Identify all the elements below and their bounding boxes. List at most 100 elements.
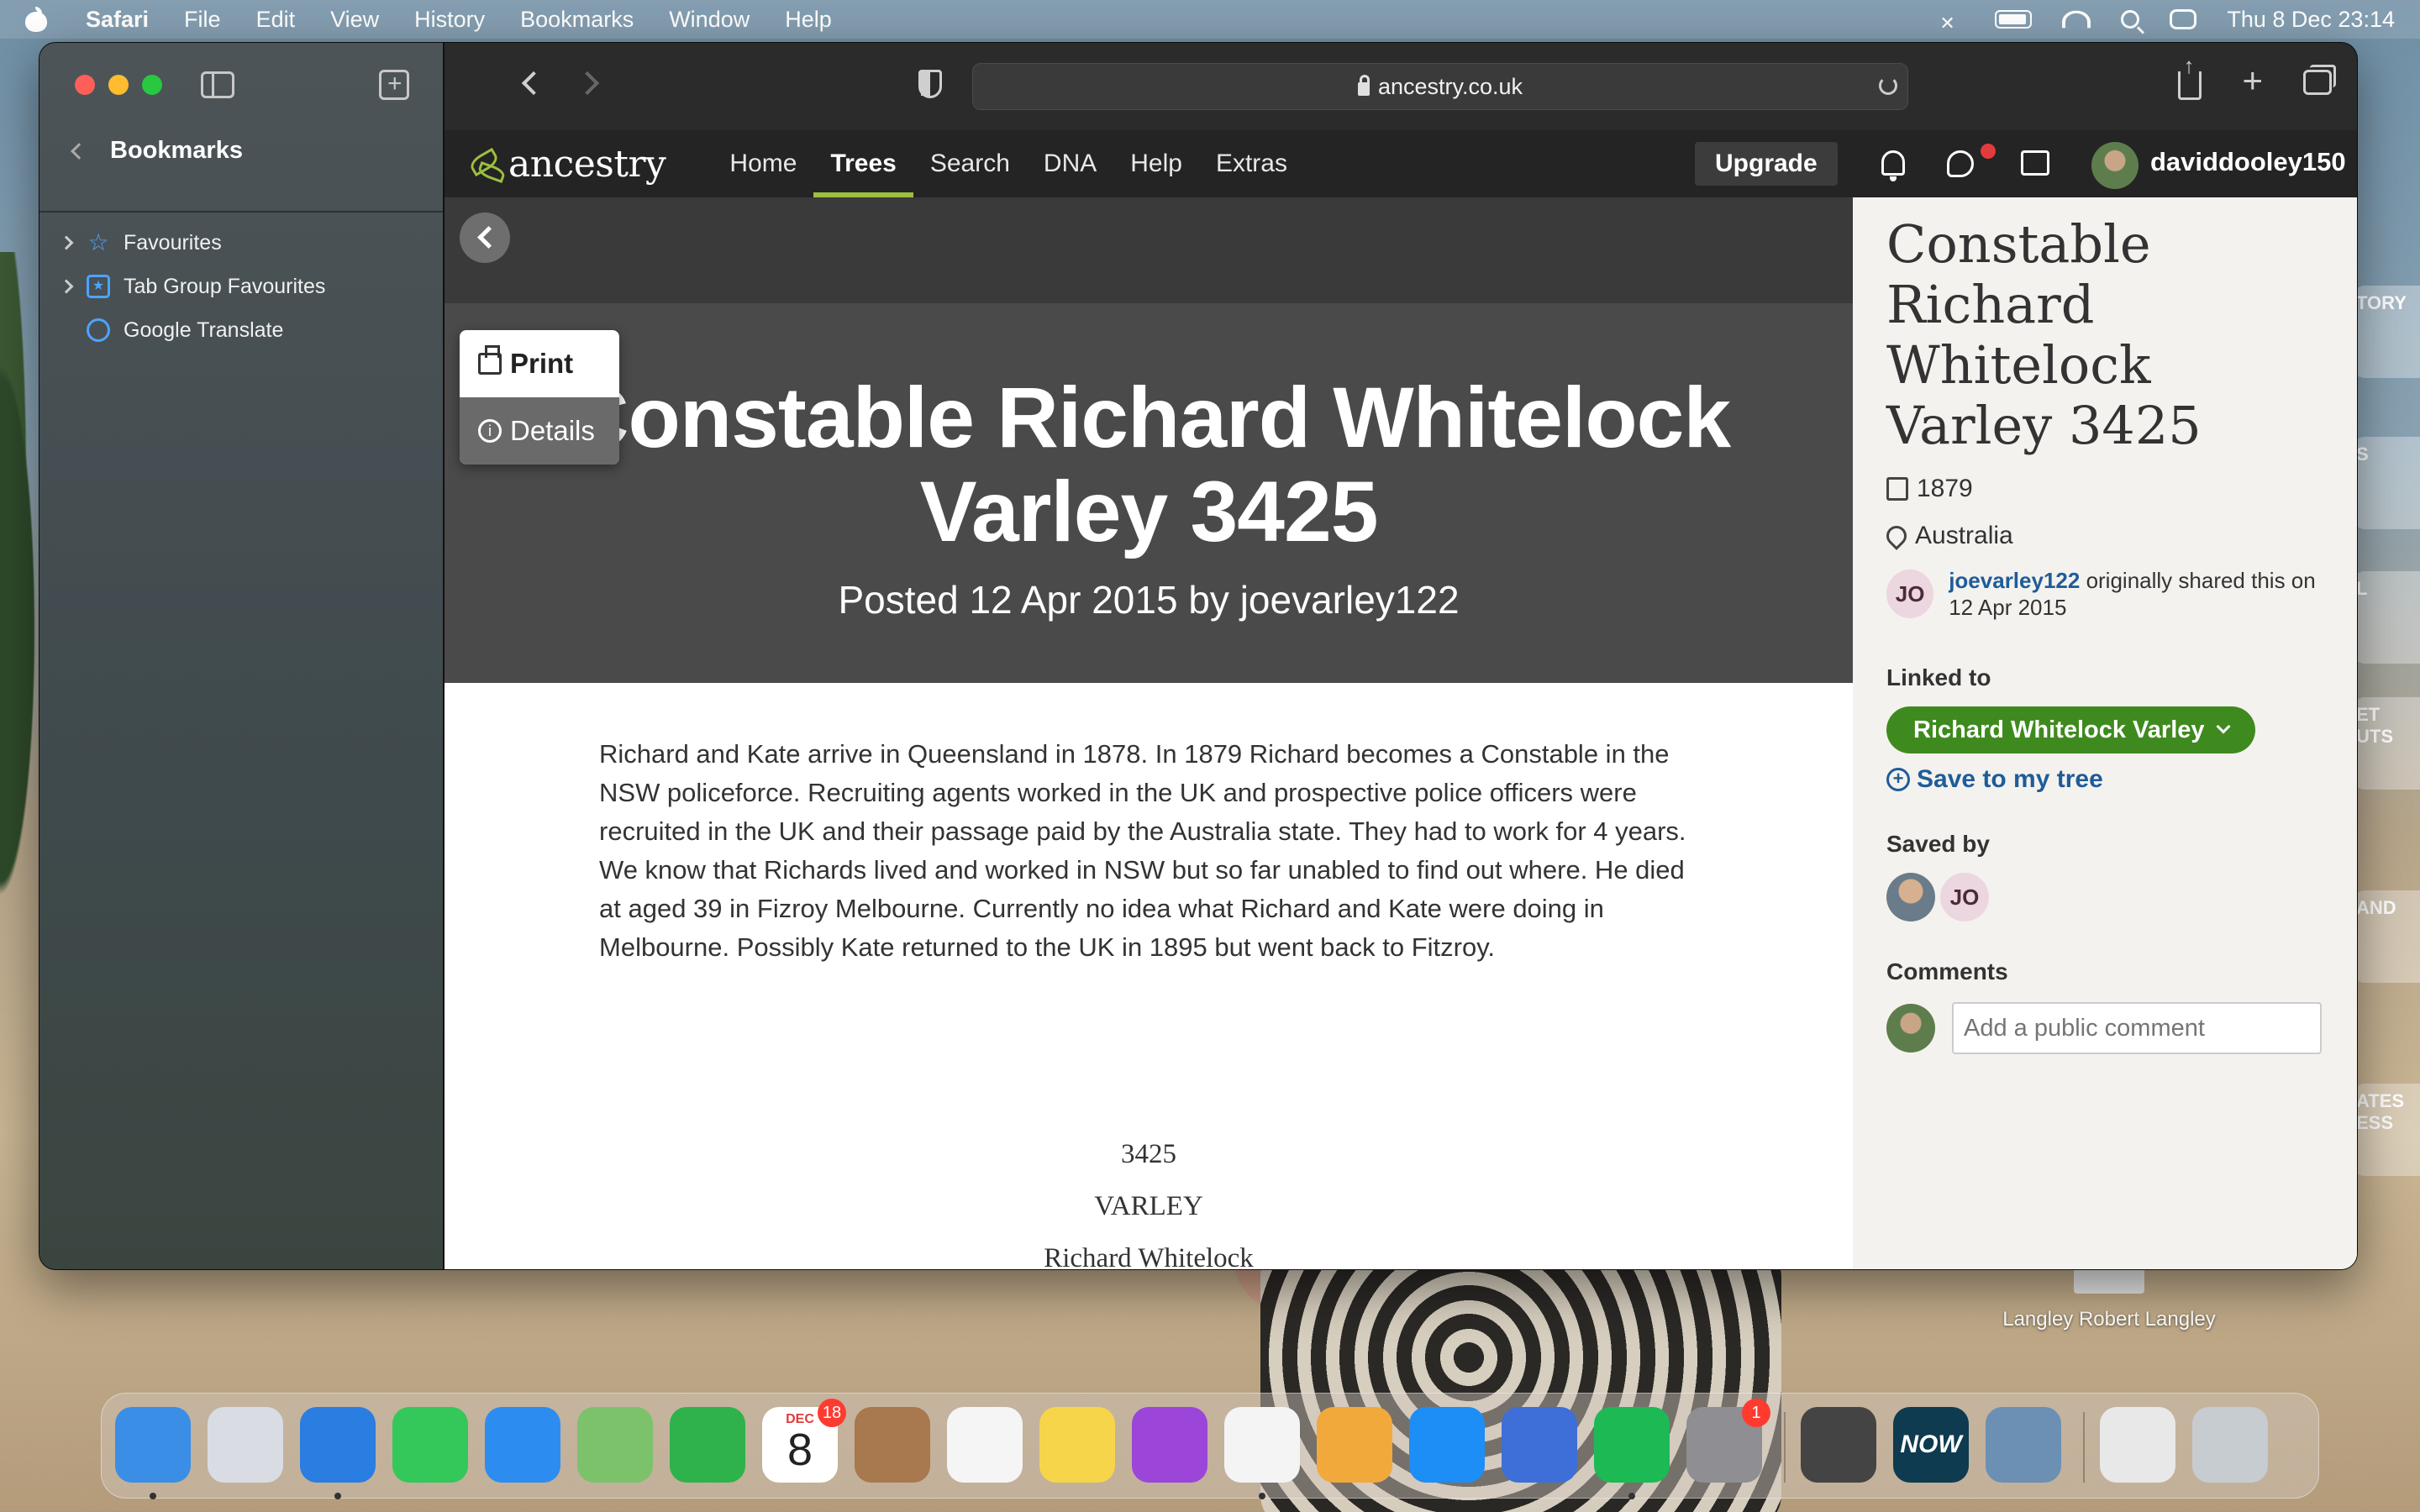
sidebar-toggle-icon[interactable] xyxy=(201,71,234,98)
desktop-widget[interactable]: TORY xyxy=(2353,286,2420,378)
sharer-avatar[interactable]: JO xyxy=(1886,570,1934,618)
account-username[interactable]: daviddooley150 xyxy=(2150,147,2346,177)
new-tab-group-icon[interactable] xyxy=(379,70,409,100)
hints-icon[interactable] xyxy=(1947,150,1974,177)
back-arrow-icon[interactable] xyxy=(521,71,546,96)
shared-text: joevarley122 originally shared this on 1… xyxy=(1949,567,2323,621)
desktop-widget[interactable]: AND xyxy=(2353,890,2420,983)
wifi-icon[interactable] xyxy=(2062,10,2091,29)
dock-trash-icon[interactable] xyxy=(2192,1407,2268,1483)
address-bar[interactable]: ancestry.co.uk xyxy=(972,63,1908,110)
reload-icon[interactable] xyxy=(1879,76,1897,95)
dock-finder-icon[interactable] xyxy=(115,1407,191,1483)
bell-icon[interactable] xyxy=(1881,150,1905,181)
file-label: Langley Robert Langley xyxy=(2002,1308,2216,1331)
dock-numbers-icon[interactable] xyxy=(1224,1407,1300,1483)
dock-recent-docs-icon[interactable] xyxy=(2100,1407,2175,1483)
dock-photos-icon[interactable] xyxy=(947,1407,1023,1483)
menu-bookmarks[interactable]: Bookmarks xyxy=(520,7,634,33)
dock-maps-icon[interactable] xyxy=(577,1407,653,1483)
zoom-window-button[interactable] xyxy=(142,75,162,95)
comment-input[interactable] xyxy=(1952,1002,2322,1054)
desktop-widget[interactable]: ATES ESS xyxy=(2353,1084,2420,1176)
dock-notes-icon[interactable] xyxy=(1039,1407,1115,1483)
battery-icon[interactable] xyxy=(1995,10,2033,29)
ancestry-nav: ancestry Home Trees Search DNA Help Extr… xyxy=(445,130,2357,197)
chevron-right-icon[interactable] xyxy=(59,279,74,294)
nav-extras[interactable]: Extras xyxy=(1199,130,1304,197)
menu-view[interactable]: View xyxy=(330,7,379,33)
menu-file[interactable]: File xyxy=(184,7,221,33)
globe-icon xyxy=(87,318,110,342)
dock-mail-icon[interactable] xyxy=(485,1407,560,1483)
location-pin-icon xyxy=(1882,522,1911,550)
print-button[interactable]: Print xyxy=(460,330,619,397)
dock-messages-icon[interactable] xyxy=(392,1407,468,1483)
forward-arrow-icon[interactable] xyxy=(575,71,600,96)
desktop-widget[interactable]: ET UTS xyxy=(2353,697,2420,790)
menu-edit[interactable]: Edit xyxy=(256,7,296,33)
panel-place: Australia xyxy=(1915,522,2013,549)
spotlight-search-icon[interactable] xyxy=(2121,10,2140,29)
story-hero: Constable Richard Whitelock Varley 3425 … xyxy=(445,303,1853,683)
nav-help[interactable]: Help xyxy=(1113,130,1199,197)
share-icon[interactable] xyxy=(2178,53,2202,100)
details-button[interactable]: i Details xyxy=(460,397,619,465)
dock-safari-icon[interactable] xyxy=(300,1407,376,1483)
messages-icon[interactable] xyxy=(2021,150,2049,176)
control-center-icon[interactable] xyxy=(2170,9,2197,29)
save-to-tree-link[interactable]: + Save to my tree xyxy=(1886,765,2323,794)
ancestry-logo[interactable]: ancestry xyxy=(466,143,666,186)
dock-image-capture-icon[interactable] xyxy=(1801,1407,1876,1483)
upgrade-button[interactable]: Upgrade xyxy=(1695,142,1838,186)
dock-now-icon[interactable]: NOW xyxy=(1893,1407,1969,1483)
apple-icon[interactable] xyxy=(25,7,47,32)
dock-calendar-icon[interactable]: DEC 8 18 xyxy=(762,1399,846,1483)
back-button[interactable] xyxy=(460,213,510,263)
calendar-day: 8 xyxy=(786,1425,813,1475)
nav-trees[interactable]: Trees xyxy=(813,130,914,197)
dock-system-preferences-icon[interactable]: 1 xyxy=(1686,1399,1770,1483)
menu-clock[interactable]: Thu 8 Dec 23:14 xyxy=(2227,7,2395,33)
bookmark-favourites[interactable]: ☆ Favourites xyxy=(39,221,443,265)
nav-search[interactable]: Search xyxy=(913,130,1027,197)
avatar[interactable] xyxy=(1886,873,1935,921)
bluetooth-icon[interactable] xyxy=(1939,9,1965,29)
dock-facetime-icon[interactable] xyxy=(670,1407,745,1483)
desktop-file[interactable]: Langley Robert Langley xyxy=(2000,1260,2218,1332)
saved-by-avatar[interactable]: JO xyxy=(1940,873,1989,921)
nav-home[interactable]: Home xyxy=(713,130,813,197)
dock-preview-icon[interactable] xyxy=(1986,1407,2061,1483)
bookmark-tab-group-favourites[interactable]: ★ Tab Group Favourites xyxy=(39,265,443,308)
dock-launchpad-icon[interactable] xyxy=(208,1407,283,1483)
chevron-right-icon[interactable] xyxy=(59,235,74,250)
story-title: Constable Richard Whitelock Varley 3425 xyxy=(566,370,1731,559)
tab-overview-icon[interactable] xyxy=(2303,65,2336,95)
desktop-widget[interactable]: S xyxy=(2353,437,2420,529)
chevron-left-icon[interactable] xyxy=(71,142,87,160)
dock: DEC 8 18 1 NOW xyxy=(101,1393,2319,1499)
dock-pages-icon[interactable] xyxy=(1317,1407,1392,1483)
new-tab-icon[interactable]: + xyxy=(2242,63,2263,98)
menu-app-name[interactable]: Safari xyxy=(86,7,149,33)
menu-window[interactable]: Window xyxy=(669,7,750,33)
doc-line: 3425 xyxy=(1121,1139,1176,1169)
bookmark-google-translate[interactable]: Google Translate xyxy=(39,308,443,352)
linked-person-button[interactable]: Richard Whitelock Varley xyxy=(1886,706,2255,753)
menu-help[interactable]: Help xyxy=(785,7,832,33)
privacy-shield-icon[interactable] xyxy=(918,70,942,98)
sharer-link[interactable]: joevarley122 xyxy=(1949,568,2080,593)
nav-dna[interactable]: DNA xyxy=(1027,130,1113,197)
desktop-widget[interactable]: L xyxy=(2353,571,2420,664)
dock-spotify-icon[interactable] xyxy=(1594,1407,1670,1483)
dock-nordvpn-icon[interactable] xyxy=(1502,1407,1577,1483)
dock-podcasts-icon[interactable] xyxy=(1132,1407,1207,1483)
menu-history[interactable]: History xyxy=(414,7,485,33)
close-window-button[interactable] xyxy=(75,75,95,95)
print-label: Print xyxy=(510,348,574,379)
minimize-window-button[interactable] xyxy=(108,75,129,95)
panel-location: Australia xyxy=(1882,522,2323,550)
avatar[interactable] xyxy=(2091,142,2139,189)
dock-app-store-icon[interactable] xyxy=(1409,1407,1485,1483)
dock-contacts-icon[interactable] xyxy=(855,1407,930,1483)
